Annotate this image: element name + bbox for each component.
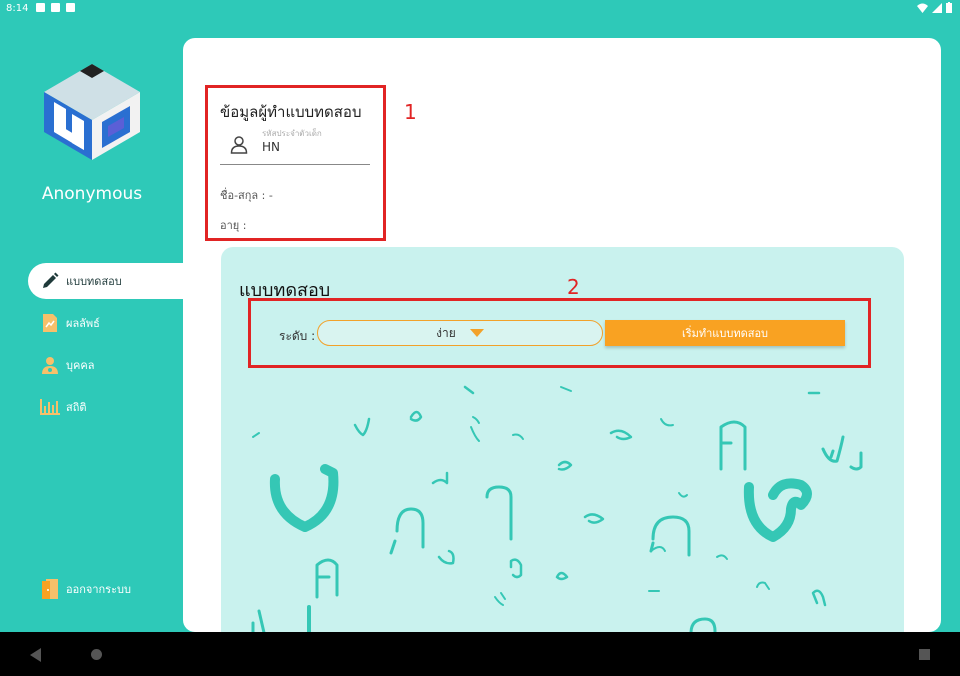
annotation-box-1 — [205, 85, 386, 241]
back-icon[interactable] — [30, 648, 41, 662]
annotation-number-2: 2 — [567, 275, 580, 299]
wifi-icon — [917, 3, 928, 13]
logout-label: ออกจากระบบ — [66, 583, 131, 596]
notification-icons — [36, 3, 75, 12]
recent-apps-icon[interactable] — [919, 649, 930, 660]
annotation-box-2 — [248, 298, 871, 368]
signal-icon — [932, 2, 942, 13]
annotation-number-1: 1 — [404, 100, 417, 124]
brand-name: Anonymous — [41, 184, 143, 204]
sidebar-item-label: ผลลัพธ์ — [66, 317, 100, 330]
system-nav-bar — [0, 632, 960, 676]
sidebar-item-person[interactable]: บุคคล — [28, 347, 184, 383]
sidebar-item-quiz[interactable]: แบบทดสอบ — [28, 263, 184, 299]
notification-icon — [36, 3, 45, 12]
sidebar-item-label: สถิติ — [66, 401, 87, 414]
app-logo — [44, 64, 140, 160]
document-icon — [40, 313, 60, 333]
notification-icon — [51, 3, 60, 12]
notification-icon — [66, 3, 75, 12]
system-icons — [917, 2, 952, 13]
home-icon[interactable] — [91, 649, 102, 660]
sidebar-nav: แบบทดสอบ ผลลัพธ์ บุคคล สถิติ — [28, 263, 184, 431]
door-icon — [40, 578, 60, 600]
logout-button[interactable]: ออกจากระบบ — [40, 578, 131, 600]
sidebar-item-stats[interactable]: สถิติ — [28, 389, 184, 425]
person-icon — [40, 355, 60, 375]
bar-chart-icon — [40, 397, 60, 417]
status-time: 8:14 — [6, 3, 29, 14]
battery-icon — [946, 2, 952, 13]
sidebar-item-label: แบบทดสอบ — [66, 275, 122, 288]
sidebar-item-results[interactable]: ผลลัพธ์ — [28, 305, 184, 341]
pencil-icon — [40, 271, 60, 291]
sidebar-item-label: บุคคล — [66, 359, 95, 372]
status-bar: 8:14 — [0, 0, 960, 18]
